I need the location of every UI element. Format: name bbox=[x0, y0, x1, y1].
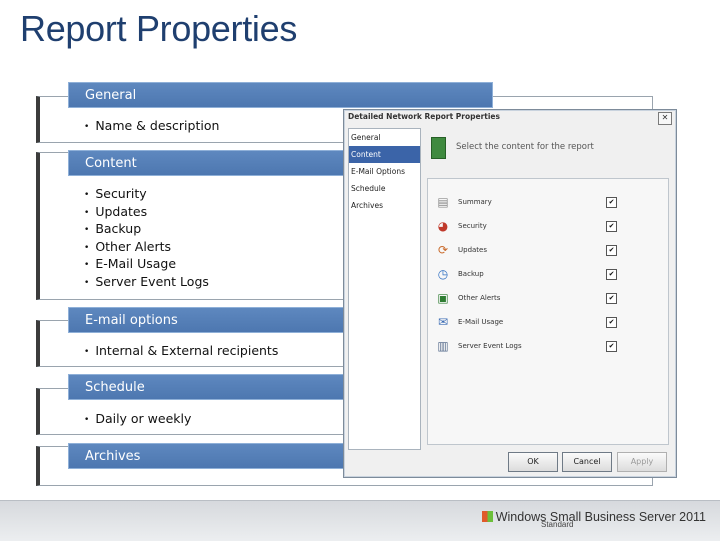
list-item: ◕ Security ✔ bbox=[434, 217, 662, 235]
item-label: Summary bbox=[458, 198, 492, 206]
item-checkbox[interactable]: ✔ bbox=[606, 293, 617, 304]
content-bullets: Security Updates Backup Other Alerts E-M… bbox=[84, 185, 209, 290]
item-checkbox[interactable]: ✔ bbox=[606, 341, 617, 352]
item-checkbox[interactable]: ✔ bbox=[606, 269, 617, 280]
alerts-icon: ▣ bbox=[437, 291, 449, 305]
item-checkbox[interactable]: ✔ bbox=[606, 245, 617, 256]
nav-item-general[interactable]: General bbox=[349, 129, 420, 146]
bullet-item: E-Mail Usage bbox=[84, 255, 209, 273]
item-label: Backup bbox=[458, 270, 484, 278]
bullet-item: Internal & External recipients bbox=[84, 342, 278, 360]
cancel-button[interactable]: Cancel bbox=[562, 452, 612, 472]
nav-item-email-options[interactable]: E-Mail Options bbox=[349, 163, 420, 180]
content-list: ▤ Summary ✔ ◕ Security ✔ ⟳ Updates ✔ ◷ B… bbox=[427, 178, 669, 445]
report-properties-dialog: Detailed Network Report Properties ✕ Gen… bbox=[343, 109, 677, 478]
list-item: ✉ E-Mail Usage ✔ bbox=[434, 313, 662, 331]
item-label: Server Event Logs bbox=[458, 342, 522, 350]
nav-item-content[interactable]: Content bbox=[349, 146, 420, 163]
bullet-item: Updates bbox=[84, 203, 209, 221]
item-label: Updates bbox=[458, 246, 487, 254]
section-header-general: General bbox=[68, 82, 493, 108]
nav-item-archives[interactable]: Archives bbox=[349, 197, 420, 214]
slide-title: Report Properties bbox=[20, 8, 298, 49]
bullet-item: Other Alerts bbox=[84, 238, 209, 256]
email-bullets: Internal & External recipients bbox=[84, 342, 278, 360]
close-icon[interactable]: ✕ bbox=[658, 112, 672, 125]
email-usage-icon: ✉ bbox=[437, 315, 449, 329]
footer-bar: Windows Small Business Server 2011 bbox=[0, 500, 720, 541]
list-item: ▤ Summary ✔ bbox=[434, 193, 662, 211]
item-label: E-Mail Usage bbox=[458, 318, 504, 326]
bullet-item: Server Event Logs bbox=[84, 273, 209, 291]
bullet-item: Security bbox=[84, 185, 209, 203]
item-label: Other Alerts bbox=[458, 294, 501, 302]
ok-button[interactable]: OK bbox=[508, 452, 558, 472]
item-checkbox[interactable]: ✔ bbox=[606, 317, 617, 328]
list-item: ▥ Server Event Logs ✔ bbox=[434, 337, 662, 355]
backup-icon: ◷ bbox=[437, 267, 449, 281]
nav-item-schedule[interactable]: Schedule bbox=[349, 180, 420, 197]
brand-text: Windows Small Business Server 2011 bbox=[495, 510, 706, 524]
list-item: ⟳ Updates ✔ bbox=[434, 241, 662, 259]
bullet-item: Daily or weekly bbox=[84, 410, 191, 428]
item-label: Security bbox=[458, 222, 487, 230]
list-item: ◷ Backup ✔ bbox=[434, 265, 662, 283]
schedule-bullets: Daily or weekly bbox=[84, 410, 191, 428]
brand-edition: Standard bbox=[541, 520, 574, 529]
apply-button[interactable]: Apply bbox=[617, 452, 667, 472]
general-bullets: Name & description bbox=[84, 117, 219, 135]
security-icon: ◕ bbox=[437, 219, 449, 233]
windows-flag-icon bbox=[481, 511, 493, 522]
dialog-nav: General Content E-Mail Options Schedule … bbox=[348, 128, 421, 450]
summary-icon: ▤ bbox=[437, 195, 449, 209]
brand-logo: Windows Small Business Server 2011 bbox=[481, 510, 706, 524]
event-logs-icon: ▥ bbox=[437, 339, 449, 353]
bullet-item: Backup bbox=[84, 220, 209, 238]
dialog-title: Detailed Network Report Properties bbox=[348, 112, 500, 121]
report-icon bbox=[431, 137, 446, 159]
item-checkbox[interactable]: ✔ bbox=[606, 221, 617, 232]
item-checkbox[interactable]: ✔ bbox=[606, 197, 617, 208]
bullet-item: Name & description bbox=[84, 117, 219, 135]
updates-icon: ⟳ bbox=[437, 243, 449, 257]
dialog-heading: Select the content for the report bbox=[456, 142, 594, 152]
list-item: ▣ Other Alerts ✔ bbox=[434, 289, 662, 307]
